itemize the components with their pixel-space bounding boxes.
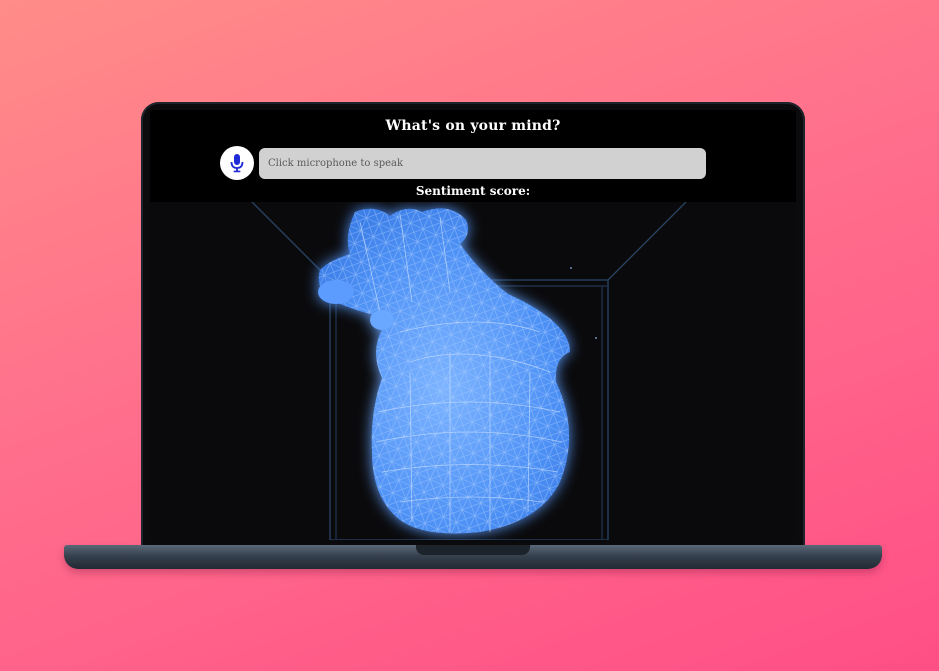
- app-screen: What's on your mind? Sentiment score:: [150, 110, 796, 540]
- laptop-base: [64, 545, 882, 569]
- wireframe-heart-scene: [251, 201, 687, 540]
- microphone-icon: [230, 154, 244, 173]
- laptop-notch: [416, 545, 530, 555]
- heart-model: [318, 208, 570, 534]
- sentiment-score-label: Sentiment score:: [415, 184, 531, 198]
- speech-text-input[interactable]: [259, 148, 706, 179]
- microphone-button[interactable]: [220, 146, 254, 180]
- page-title: What's on your mind?: [385, 118, 561, 134]
- heart-visualization: [150, 201, 796, 540]
